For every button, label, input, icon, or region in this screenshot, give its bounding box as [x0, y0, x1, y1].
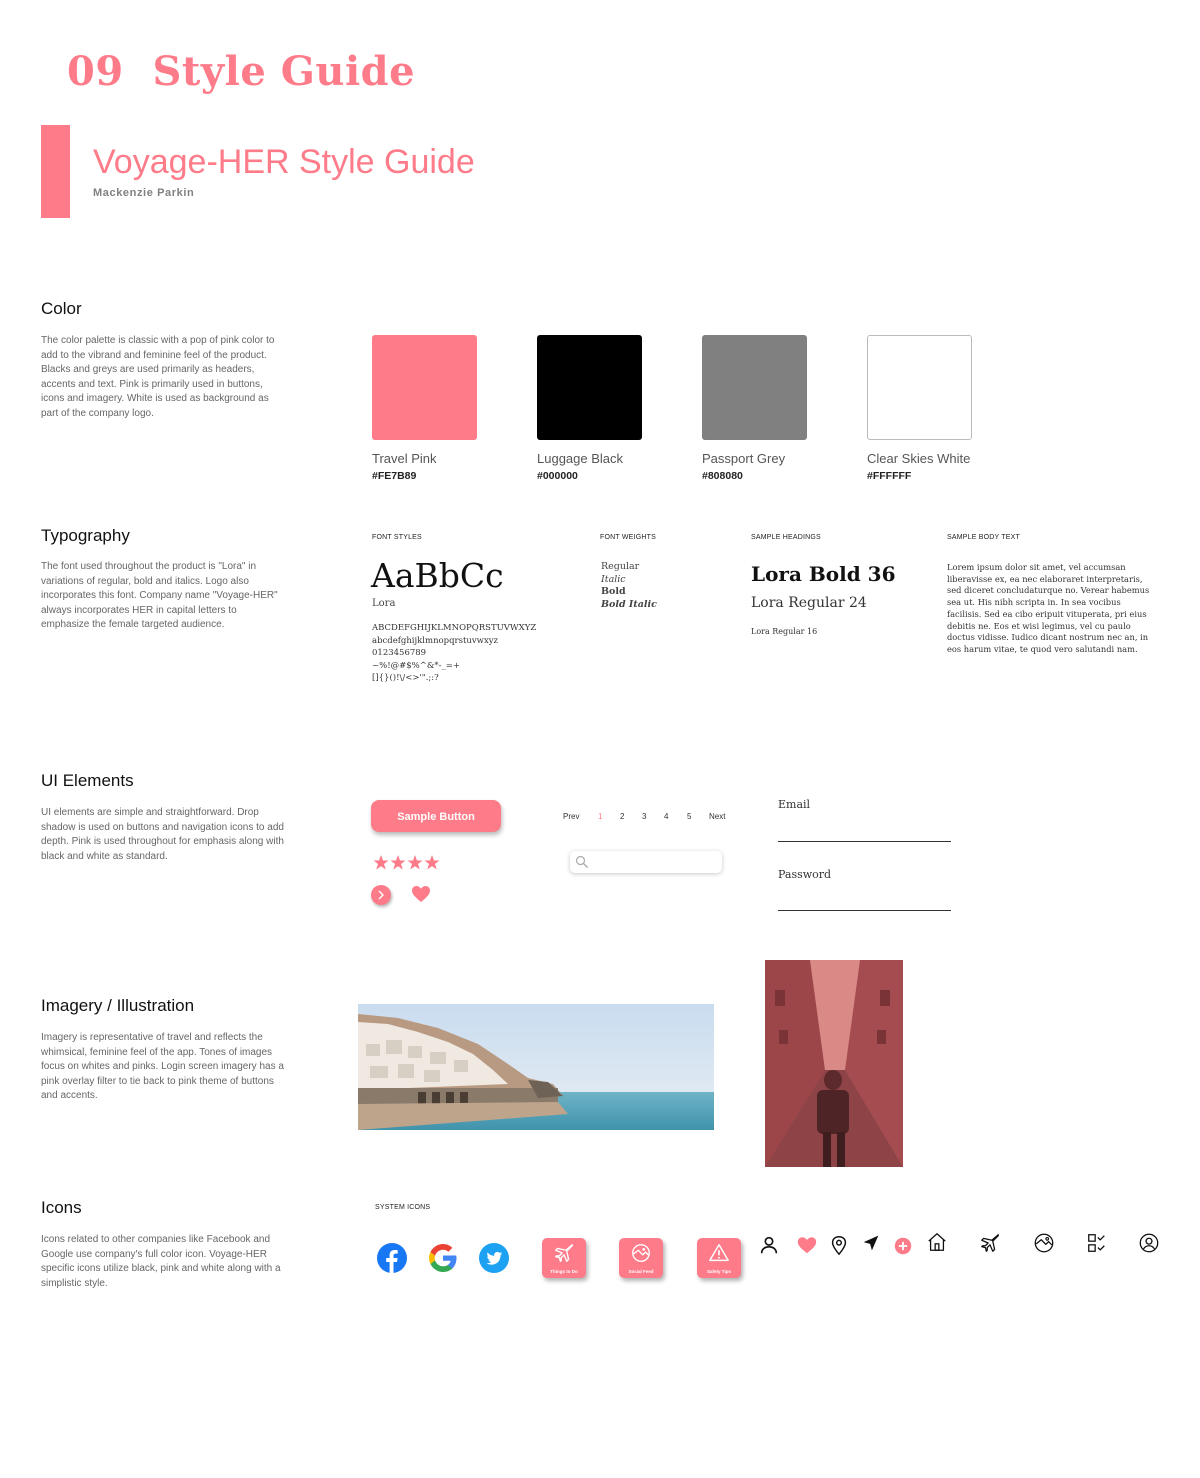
swatch-hex: #FE7B89: [372, 470, 417, 482]
doc-author: Mackenzie Parkin: [93, 187, 195, 199]
title-accent-bar: [41, 125, 70, 218]
account-circle-icon[interactable]: [1138, 1232, 1160, 1254]
pagination-prev[interactable]: Prev: [563, 812, 579, 821]
page-heading-text: Style Guide: [152, 48, 416, 95]
sample-body-label: SAMPLE BODY TEXT: [947, 534, 1020, 541]
swatch-name: Clear Skies White: [867, 451, 971, 466]
location-pin-icon[interactable]: [828, 1234, 850, 1256]
color-section-description: The color palette is classic with a pop …: [41, 335, 275, 419]
pagination-page[interactable]: 2: [620, 812, 624, 821]
swatch-name: Passport Grey: [702, 451, 786, 466]
checklist-icon[interactable]: [1086, 1232, 1108, 1254]
twitter-icon[interactable]: [479, 1243, 509, 1273]
page-number: 09: [67, 48, 124, 95]
tile-label: Things to Do: [550, 1269, 578, 1274]
weight-italic: Italic: [601, 573, 626, 585]
glyph-line: 0123456789: [372, 648, 427, 658]
icons-section-title: Icons: [41, 1198, 82, 1217]
swatch-hex: #000000: [537, 470, 578, 482]
plus-circle-icon[interactable]: [892, 1235, 914, 1257]
password-field[interactable]: [778, 910, 951, 911]
imagery-section-title: Imagery / Illustration: [41, 996, 195, 1015]
pagination: Prev 1 2 3 4 5 Next: [560, 812, 740, 824]
explore-icon[interactable]: [1033, 1232, 1055, 1254]
sample-heading-regular-16: Lora Regular 16: [751, 627, 818, 636]
typography-section-title: Typography: [41, 526, 130, 545]
glyph-line: ABCDEFGHIJKLMNOPQRSTUVWXYZ: [372, 623, 537, 633]
heart-icon[interactable]: [796, 1234, 818, 1256]
facebook-icon[interactable]: [377, 1243, 407, 1273]
sample-button[interactable]: Sample Button: [371, 800, 501, 832]
swatch-travel-pink: [372, 335, 477, 440]
ui-section-title: UI Elements: [41, 771, 134, 790]
social-feed-tile[interactable]: Social Feed: [619, 1238, 663, 1278]
glyph-line: abcdefghijklmnopqrstuvwxyz: [372, 635, 499, 646]
swatch-luggage-black: [537, 335, 642, 440]
email-field[interactable]: [778, 841, 951, 842]
swatch-hex: #FFFFFF: [867, 470, 912, 482]
swatch-passport-grey: [702, 335, 807, 440]
glyph-line: []{}()!\/<>'".;:?: [372, 673, 439, 683]
swatch-name: Travel Pink: [372, 451, 437, 466]
system-icons-label: SYSTEM ICONS: [375, 1204, 431, 1211]
explore-icon: [632, 1244, 650, 1262]
typography-section-description: The font used throughout the product is …: [41, 561, 278, 631]
doc-title: Voyage-HER Style Guide: [93, 143, 475, 181]
navigation-arrow-icon[interactable]: [860, 1232, 882, 1254]
sample-body-text: Lorem ipsum dolor sit amet, vel accumsan…: [947, 562, 1150, 654]
email-label: Email: [778, 798, 811, 811]
swatch-name: Luggage Black: [537, 451, 624, 466]
user-icon[interactable]: [758, 1234, 780, 1256]
sample-heading-regular-24: Lora Regular 24: [751, 595, 867, 611]
heart-icon: [412, 886, 430, 902]
color-section-title: Color: [41, 299, 82, 318]
tile-label: Safety Tips: [707, 1269, 731, 1274]
password-label: Password: [778, 868, 832, 881]
warning-icon: [709, 1244, 729, 1262]
coastal-town-image: [358, 1004, 714, 1130]
glyph-line: ~%!@#$%^&*-_=+: [372, 660, 461, 671]
swatch-clear-skies-white: [867, 335, 972, 440]
chevron-right-icon: [378, 890, 384, 900]
ui-section-description: UI elements are simple and straightforwa…: [41, 807, 284, 862]
pagination-page[interactable]: 4: [664, 812, 668, 821]
font-name: Lora: [372, 598, 396, 609]
star-icons: [373, 855, 440, 870]
pagination-next[interactable]: Next: [709, 812, 725, 821]
alley-traveler-image: [765, 960, 903, 1167]
weight-regular: Regular: [601, 561, 640, 572]
airplane-icon[interactable]: [979, 1232, 1001, 1254]
search-icon: [575, 855, 588, 868]
imagery-section-description: Imagery is representative of travel and …: [41, 1032, 284, 1102]
pagination-page[interactable]: 3: [642, 812, 646, 821]
sample-headings-label: SAMPLE HEADINGS: [751, 534, 821, 541]
page-heading: 09 Style Guide: [67, 48, 415, 95]
google-icon[interactable]: [428, 1243, 458, 1273]
tile-label: Social Feed: [628, 1269, 654, 1274]
font-weights-list: Regular Italic Bold Bold Italic: [601, 561, 657, 611]
font-specimen: AaBbCc: [371, 556, 504, 595]
icons-section-description: Icons related to other companies like Fa…: [41, 1234, 281, 1289]
search-input[interactable]: [570, 851, 722, 873]
home-icon[interactable]: [926, 1231, 948, 1253]
pagination-page-active[interactable]: 1: [598, 812, 602, 821]
heart-button[interactable]: [411, 885, 431, 908]
airplane-icon: [555, 1244, 573, 1262]
pagination-page[interactable]: 5: [687, 812, 691, 821]
things-to-do-tile[interactable]: Things to Do: [542, 1238, 586, 1278]
glyph-set: ABCDEFGHIJKLMNOPQRSTUVWXYZ abcdefghijklm…: [372, 622, 536, 685]
safety-tips-tile[interactable]: Safety Tips: [697, 1238, 741, 1278]
sample-heading-bold: Lora Bold 36: [751, 562, 896, 586]
font-weights-label: FONT WEIGHTS: [600, 534, 656, 541]
next-arrow-button[interactable]: [371, 885, 391, 905]
star-rating[interactable]: [373, 854, 441, 877]
weight-bold: Bold: [601, 586, 626, 598]
weight-bold-italic: Bold Italic: [601, 598, 657, 610]
font-styles-label: FONT STYLES: [372, 534, 422, 541]
swatch-hex: #808080: [702, 470, 743, 482]
